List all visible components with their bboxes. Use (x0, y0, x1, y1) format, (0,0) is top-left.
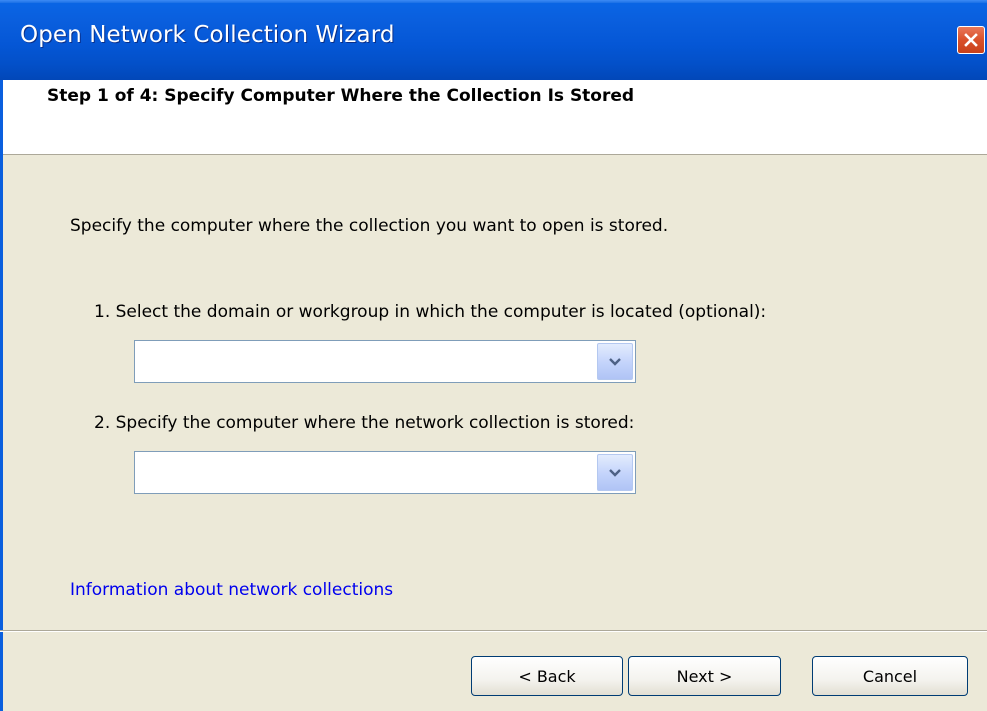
cancel-button[interactable]: Cancel (812, 656, 968, 696)
chevron-down-icon (609, 357, 621, 366)
domain-label: 1. Select the domain or workgroup in whi… (94, 302, 767, 322)
window-border (0, 80, 3, 711)
wizard-dialog: Open Network Collection Wizard Step 1 of… (0, 0, 987, 711)
close-button[interactable] (957, 26, 985, 54)
computer-dropdown-button[interactable] (597, 454, 633, 491)
network-collections-info-link[interactable]: Information about network collections (70, 580, 393, 600)
step-title: Step 1 of 4: Specify Computer Where the … (47, 86, 635, 106)
domain-combobox[interactable] (134, 340, 636, 383)
back-button[interactable]: < Back (471, 656, 623, 696)
computer-label: 2. Specify the computer where the networ… (94, 413, 635, 433)
close-icon (964, 33, 978, 47)
title-bar[interactable]: Open Network Collection Wizard (0, 0, 987, 80)
computer-combobox[interactable] (134, 451, 636, 494)
intro-text: Specify the computer where the collectio… (70, 216, 669, 236)
footer-divider (0, 630, 987, 632)
window-title: Open Network Collection Wizard (20, 22, 395, 48)
chevron-down-icon (609, 468, 621, 477)
domain-dropdown-button[interactable] (597, 343, 633, 380)
next-button[interactable]: Next > (628, 656, 781, 696)
